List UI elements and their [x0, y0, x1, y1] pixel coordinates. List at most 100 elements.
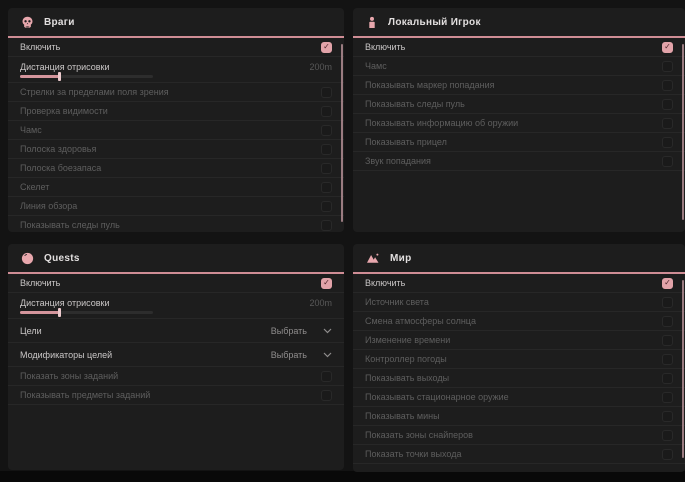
slider-fill [20, 75, 60, 78]
checkbox[interactable] [662, 118, 673, 129]
setting-row: Звук попадания [353, 152, 685, 171]
setting-row: Включить✓ [8, 274, 344, 293]
scrollbar[interactable] [682, 44, 684, 220]
setting-row: Стрелки за пределами поля зрения [8, 83, 344, 102]
setting-row: Дистанция отрисовки200m [8, 57, 344, 83]
scrollbar[interactable] [341, 44, 343, 222]
checkbox[interactable] [662, 61, 673, 72]
setting-row: Контроллер погоды [353, 350, 685, 369]
setting-row: Показывать маркер попадания [353, 76, 685, 95]
panel-title: Quests [44, 253, 80, 264]
checkbox[interactable] [321, 163, 332, 174]
setting-label: Показать зоны заданий [20, 371, 118, 381]
checkbox[interactable] [662, 354, 673, 365]
setting-row: Источник света [353, 293, 685, 312]
dropdown-value: Выбрать [271, 350, 307, 360]
setting-label: Показывать следы пуль [365, 99, 465, 109]
checkbox[interactable] [662, 373, 673, 384]
setting-row: Смена атмосферы солнца [353, 312, 685, 331]
setting-label: Линия обзора [20, 201, 77, 211]
checkbox[interactable] [321, 87, 332, 98]
checkbox[interactable] [321, 182, 332, 193]
panel-local-player: Локальный Игрок Включить✓Чамс Показывать … [353, 8, 685, 232]
setting-label: Включить [365, 278, 405, 288]
setting-label: Показывать предметы заданий [20, 390, 150, 400]
slider-track[interactable] [20, 311, 153, 314]
setting-row: Дистанция отрисовки200m [8, 293, 344, 319]
chevron-down-icon [323, 328, 332, 334]
setting-row: Чамс [353, 57, 685, 76]
chevron-down-icon [323, 352, 332, 358]
checkbox[interactable] [662, 411, 673, 422]
scrollbar[interactable] [682, 280, 684, 458]
checkbox[interactable] [662, 449, 673, 460]
setting-row: Показывать следы пуль [8, 216, 344, 232]
setting-label: Стрелки за пределами поля зрения [20, 87, 169, 97]
dropdown[interactable]: Выбрать [271, 326, 332, 336]
setting-row: Включить✓ [353, 38, 685, 57]
setting-label: Чамс [20, 125, 42, 135]
panel-header: Quests [8, 244, 344, 274]
checkbox[interactable]: ✓ [321, 42, 332, 53]
checkbox[interactable] [321, 106, 332, 117]
setting-label: Смена атмосферы солнца [365, 316, 476, 326]
slider-track[interactable] [20, 75, 153, 78]
setting-row: Скелет [8, 178, 344, 197]
setting-label: Скелет [20, 182, 49, 192]
panel-title: Мир [390, 253, 412, 264]
panel-header: Мир [353, 244, 685, 274]
setting-label: Проверка видимости [20, 106, 108, 116]
setting-label: Показывать маркер попадания [365, 80, 495, 90]
setting-row: Полоска боезапаса [8, 159, 344, 178]
slider-fill [20, 311, 60, 314]
checkbox[interactable]: ✓ [321, 278, 332, 289]
checkbox[interactable] [321, 220, 332, 231]
checkbox[interactable]: ✓ [662, 42, 673, 53]
checkbox[interactable] [662, 316, 673, 327]
checkbox[interactable] [662, 430, 673, 441]
checkbox[interactable] [662, 156, 673, 167]
setting-label: Показывать выходы [365, 373, 449, 383]
checkbox[interactable] [662, 137, 673, 148]
checkbox[interactable] [321, 144, 332, 155]
checkbox[interactable] [321, 125, 332, 136]
setting-label: Показывать прицел [365, 137, 447, 147]
skull-icon [21, 16, 34, 29]
setting-label: Показывать следы пуль [20, 220, 120, 230]
setting-row: Полоска здоровья [8, 140, 344, 159]
panel-world: Мир Включить ✓ Источник света Смена атмосфе… [353, 244, 685, 472]
setting-label: Цели [20, 326, 42, 336]
setting-label: Изменение времени [365, 335, 450, 345]
setting-row: Показать зоны снайперов [353, 426, 685, 445]
mountain-icon [366, 252, 380, 264]
setting-label: Включить [20, 42, 60, 52]
slider-value: 200m [309, 62, 332, 72]
slider-handle[interactable] [58, 72, 61, 81]
person-icon [366, 16, 378, 29]
checkbox[interactable] [662, 99, 673, 110]
checkbox[interactable] [321, 201, 332, 212]
setting-row: Проверка видимости [8, 102, 344, 121]
dropdown[interactable]: Выбрать [271, 350, 332, 360]
setting-label: Источник света [365, 297, 429, 307]
panel-title: Локальный Игрок [388, 17, 481, 28]
checkbox[interactable] [662, 80, 673, 91]
setting-row: Модификаторы целейВыбрать [8, 343, 344, 367]
setting-row: Показать зоны заданий [8, 367, 344, 386]
panel-enemies: Враги Включить✓Дистанция отрисовки200mСт… [8, 8, 344, 232]
setting-row: Показывать стационарное оружие [353, 388, 685, 407]
setting-row: Показывать информацию об оружии [353, 114, 685, 133]
checkbox[interactable] [662, 335, 673, 346]
setting-row: Показывать предметы заданий [8, 386, 344, 405]
slider-value: 200m [309, 298, 332, 308]
setting-label: Показать зоны снайперов [365, 430, 473, 440]
slider-handle[interactable] [58, 308, 61, 317]
setting-label: Звук попадания [365, 156, 431, 166]
checkbox[interactable] [662, 392, 673, 403]
setting-row: Показывать выходы [353, 369, 685, 388]
checkbox[interactable] [321, 371, 332, 382]
checkbox[interactable]: ✓ [662, 278, 673, 289]
setting-row: Показывать следы пуль [353, 95, 685, 114]
checkbox[interactable] [321, 390, 332, 401]
checkbox[interactable] [662, 297, 673, 308]
